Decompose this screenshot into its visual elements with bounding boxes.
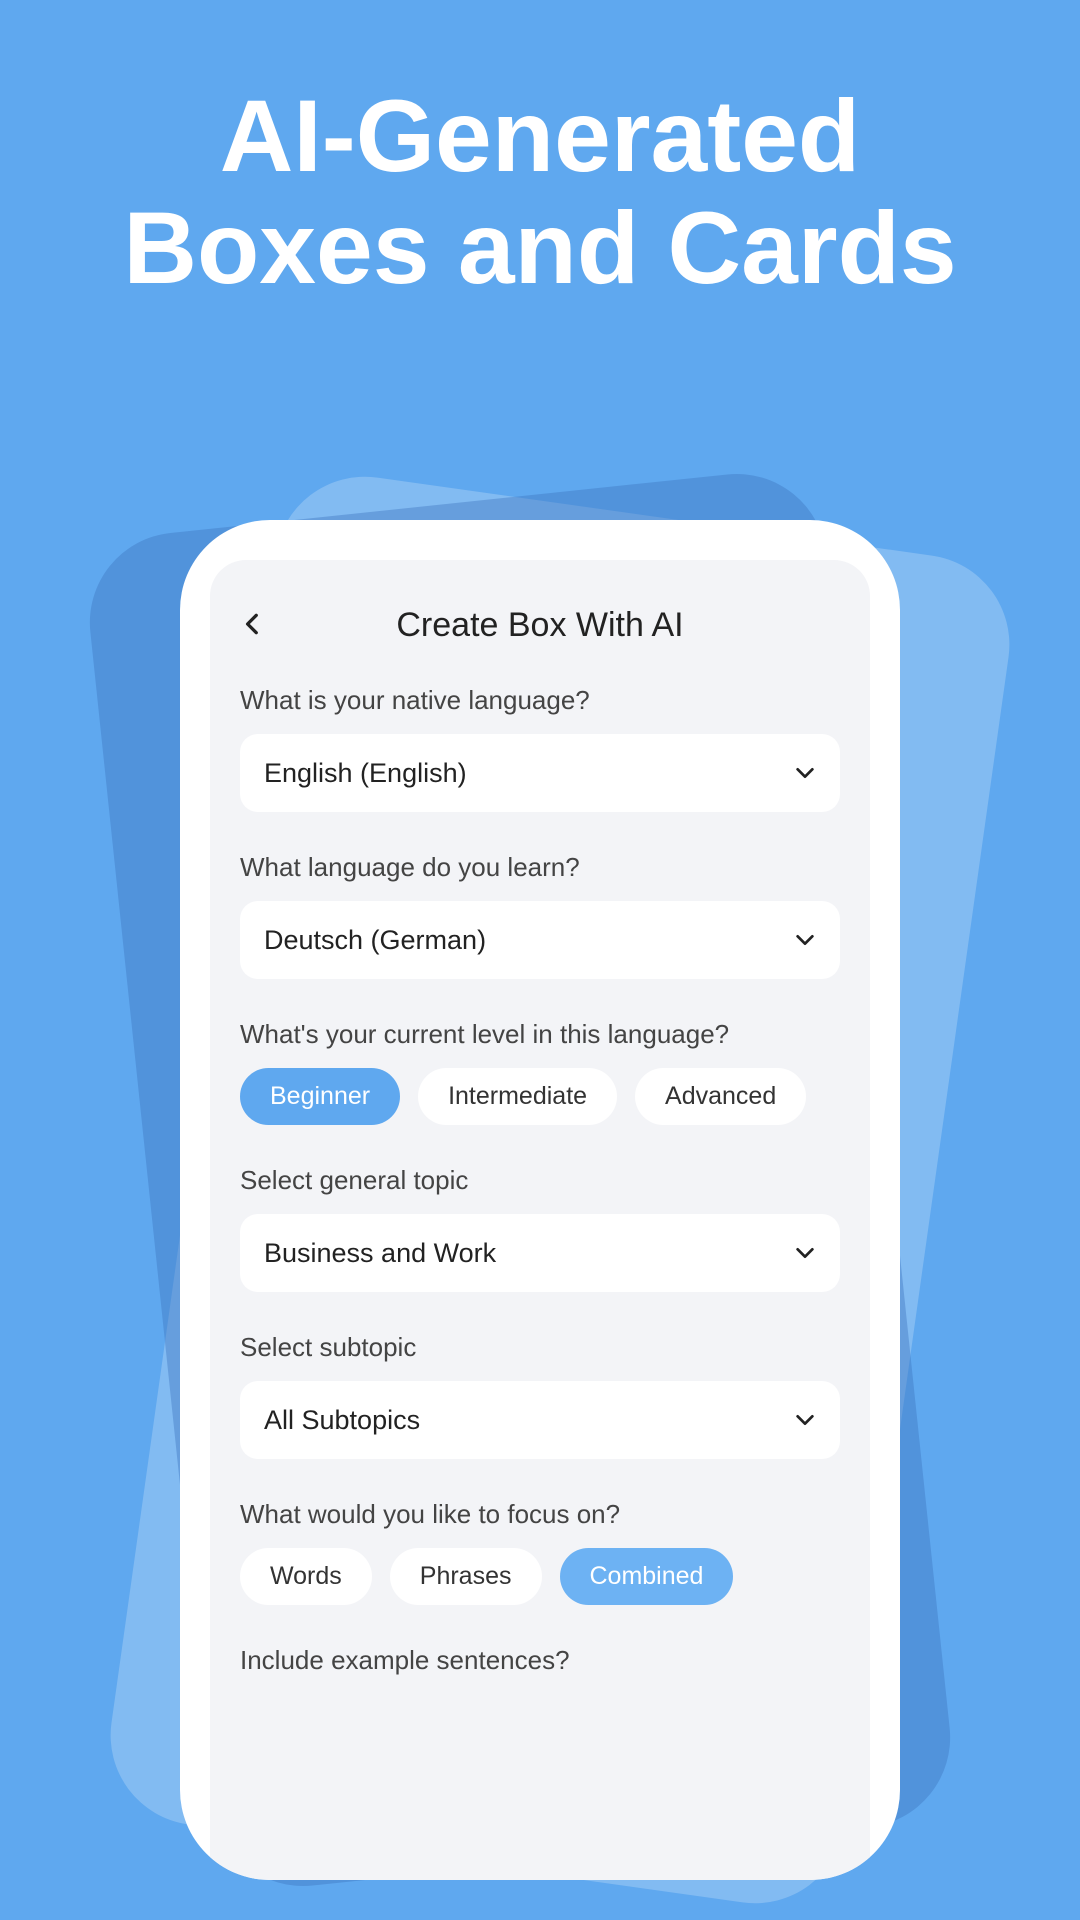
level-intermediate[interactable]: Intermediate bbox=[418, 1068, 617, 1125]
chevron-down-icon bbox=[794, 1409, 816, 1431]
section-focus: What would you like to focus on? Words P… bbox=[240, 1499, 840, 1605]
section-level: What's your current level in this langua… bbox=[240, 1019, 840, 1125]
hero-heading: AI-Generated Boxes and Cards bbox=[0, 0, 1080, 304]
subtopic-value: All Subtopics bbox=[264, 1405, 420, 1436]
focus-combined[interactable]: Combined bbox=[560, 1548, 734, 1605]
learn-label: What language do you learn? bbox=[240, 852, 840, 883]
subtopic-label: Select subtopic bbox=[240, 1332, 840, 1363]
learn-dropdown[interactable]: Deutsch (German) bbox=[240, 901, 840, 979]
learn-value: Deutsch (German) bbox=[264, 925, 486, 956]
topic-dropdown[interactable]: Business and Work bbox=[240, 1214, 840, 1292]
screen-header: Create Box With AI bbox=[240, 595, 840, 655]
chevron-down-icon bbox=[794, 929, 816, 951]
level-advanced[interactable]: Advanced bbox=[635, 1068, 806, 1125]
focus-label: What would you like to focus on? bbox=[240, 1499, 840, 1530]
chevron-down-icon bbox=[794, 762, 816, 784]
topic-value: Business and Work bbox=[264, 1238, 496, 1269]
section-example: Include example sentences? bbox=[240, 1645, 840, 1676]
native-label: What is your native language? bbox=[240, 685, 840, 716]
topic-label: Select general topic bbox=[240, 1165, 840, 1196]
section-native: What is your native language? English (E… bbox=[240, 685, 840, 812]
focus-pills: Words Phrases Combined bbox=[240, 1548, 840, 1605]
hero-line2: Boxes and Cards bbox=[0, 192, 1080, 304]
level-pills: Beginner Intermediate Advanced bbox=[240, 1068, 840, 1125]
app-screen: Create Box With AI What is your native l… bbox=[210, 560, 870, 1880]
phone-frame: Create Box With AI What is your native l… bbox=[180, 520, 900, 1880]
section-learn: What language do you learn? Deutsch (Ger… bbox=[240, 852, 840, 979]
level-label: What's your current level in this langua… bbox=[240, 1019, 840, 1050]
section-topic: Select general topic Business and Work bbox=[240, 1165, 840, 1292]
example-label: Include example sentences? bbox=[240, 1645, 840, 1676]
page-title: Create Box With AI bbox=[396, 606, 683, 645]
section-subtopic: Select subtopic All Subtopics bbox=[240, 1332, 840, 1459]
chevron-down-icon bbox=[794, 1242, 816, 1264]
focus-words[interactable]: Words bbox=[240, 1548, 372, 1605]
native-dropdown[interactable]: English (English) bbox=[240, 734, 840, 812]
chevron-left-icon bbox=[240, 611, 266, 637]
focus-phrases[interactable]: Phrases bbox=[390, 1548, 542, 1605]
hero-line1: AI-Generated bbox=[0, 80, 1080, 192]
native-value: English (English) bbox=[264, 758, 467, 789]
back-button[interactable] bbox=[240, 604, 266, 646]
level-beginner[interactable]: Beginner bbox=[240, 1068, 400, 1125]
subtopic-dropdown[interactable]: All Subtopics bbox=[240, 1381, 840, 1459]
